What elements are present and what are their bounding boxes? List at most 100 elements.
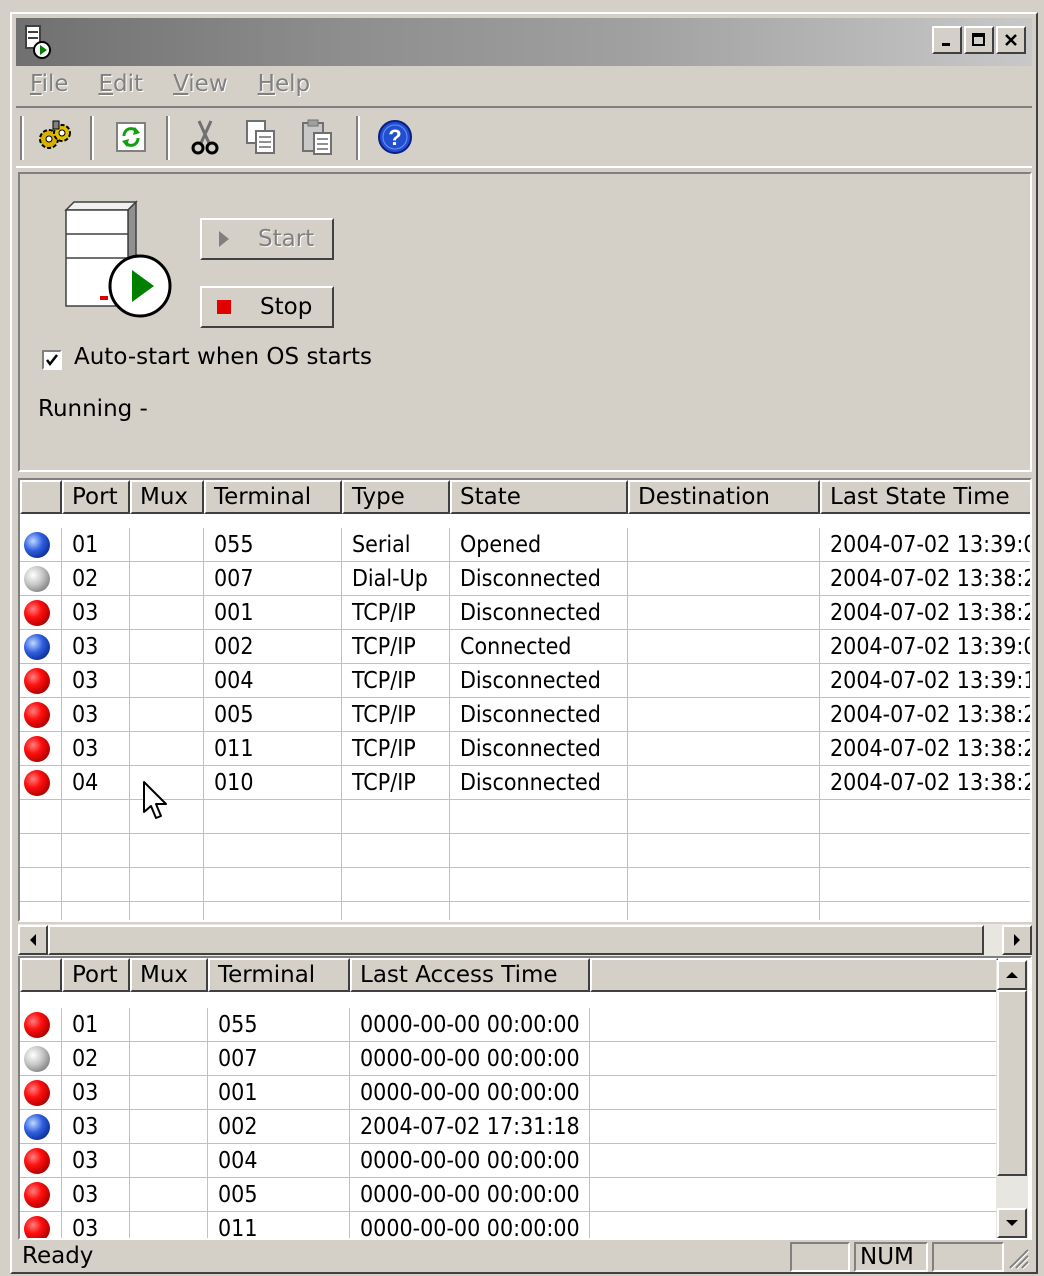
access-cell-mux <box>130 1178 208 1212</box>
ports-cell-state: Disconnected <box>460 736 601 762</box>
num-lock-indicator: NUM <box>860 1244 914 1270</box>
ports-header-terminal[interactable]: Terminal <box>204 480 342 514</box>
ports-row[interactable]: 04 010 TCP/IP Disconnected 2004-07-02 13:38:… <box>20 766 1032 800</box>
status-red-icon <box>24 702 50 728</box>
ports-cell-time: 2004-07-02 13:38:2 <box>830 702 1032 728</box>
access-header-status[interactable] <box>20 958 62 992</box>
ports-cell-destination <box>628 664 820 698</box>
access-vertical-scrollbar[interactable] <box>996 960 1028 1238</box>
resize-grip-icon[interactable] <box>1004 1244 1030 1270</box>
autostart-checkbox[interactable] <box>42 350 62 370</box>
ports-cell-port: 01 <box>72 532 99 558</box>
copy-button[interactable] <box>238 114 284 160</box>
status-red-icon <box>24 1216 50 1238</box>
access-header-terminal[interactable]: Terminal <box>208 958 350 992</box>
ports-header-time[interactable]: Last State Time <box>820 480 1030 514</box>
ports-row[interactable]: 03 001 TCP/IP Disconnected 2004-07-02 13:38:… <box>20 596 1030 630</box>
access-row[interactable]: 03 001 0000-00-00 00:00:00 <box>20 1076 998 1110</box>
refresh-button[interactable] <box>108 114 154 160</box>
ports-cell-port: 03 <box>72 736 99 762</box>
status-pane-caps <box>790 1242 850 1272</box>
access-cell-port: 02 <box>72 1046 99 1072</box>
access-table[interactable]: Port Mux Terminal Last Access Time 01 055 0000… <box>18 956 1032 1240</box>
ports-cell-time: 2004-07-02 13:38:2 <box>830 770 1032 796</box>
menu-help[interactable]: Help <box>244 71 326 97</box>
access-header-status[interactable] <box>590 958 998 992</box>
ports-row[interactable]: 01 055 Serial Opened 2004-07-02 13:39:0 <box>20 528 1032 562</box>
start-button[interactable]: Start <box>200 218 334 260</box>
access-row[interactable]: 02 007 0000-00-00 00:00:00 <box>20 1042 998 1076</box>
status-red-icon <box>24 1080 50 1106</box>
paste-button[interactable] <box>294 114 340 160</box>
minimize-button[interactable] <box>932 26 962 54</box>
scroll-down-button[interactable] <box>997 1208 1027 1238</box>
access-cell-terminal: 055 <box>218 1012 258 1038</box>
ports-row[interactable]: 03 005 TCP/IP Disconnected 2004-07-02 13:38:… <box>20 698 1032 732</box>
maximize-icon <box>972 33 985 46</box>
stop-button-label: Stop <box>260 294 313 320</box>
menu-view[interactable]: View <box>159 71 244 97</box>
ports-row[interactable]: 03 002 TCP/IP Connected 2004-07-02 13:39:0 <box>20 630 1030 664</box>
access-header-mux[interactable]: Mux <box>130 958 208 992</box>
ports-header-state[interactable]: State <box>450 480 628 514</box>
svg-text:?: ? <box>388 125 401 150</box>
maximize-button[interactable] <box>964 26 994 54</box>
ports-row[interactable]: 02 007 Dial-Up Disconnected 2004-07-02 13:38… <box>20 562 1032 596</box>
ports-header-status[interactable] <box>20 480 62 514</box>
ports-row[interactable]: 03 011 TCP/IP Disconnected 2004-07-02 13:38:… <box>20 732 1030 766</box>
access-row[interactable]: 03 004 0000-00-00 00:00:00 <box>20 1144 998 1178</box>
ports-cell-type: TCP/IP <box>352 770 416 796</box>
access-cell-time: 0000-00-00 00:00:00 <box>360 1080 580 1106</box>
ports-header-port[interactable]: Port <box>62 480 130 514</box>
ports-cell-terminal: 002 <box>214 634 254 660</box>
close-button[interactable] <box>996 26 1026 54</box>
ports-cell-time: 2004-07-02 13:39:0 <box>830 532 1032 558</box>
access-row[interactable]: 03 005 0000-00-00 00:00:00 <box>20 1178 998 1212</box>
stop-icon <box>217 300 231 314</box>
ports-cell-time: 2004-07-02 13:38:2 <box>830 566 1032 592</box>
help-button[interactable]: ? <box>372 114 418 160</box>
mouse-cursor-icon <box>143 781 167 819</box>
access-cell-terminal: 001 <box>218 1080 258 1106</box>
ports-cell-terminal: 004 <box>214 668 254 694</box>
autostart-label[interactable]: Auto-start when OS starts <box>74 344 372 370</box>
menu-edit[interactable]: Edit <box>85 71 160 97</box>
grid-line <box>1031 528 1032 920</box>
cut-button[interactable] <box>182 114 228 160</box>
scroll-left-button[interactable] <box>18 925 48 955</box>
access-row[interactable]: 01 055 0000-00-00 00:00:00 <box>20 1008 998 1042</box>
ports-cell-port: 02 <box>72 566 99 592</box>
ports-row[interactable]: 03 004 TCP/IP Disconnected 2004-07-02 13:39:… <box>20 664 1032 698</box>
settings-button[interactable] <box>32 114 78 160</box>
stop-button[interactable]: Stop <box>200 286 334 328</box>
scroll-up-button[interactable] <box>997 960 1027 990</box>
title-bar[interactable] <box>16 18 1032 66</box>
access-cell-mux <box>130 1144 208 1178</box>
ports-cell-destination <box>628 698 820 732</box>
ports-cell-terminal: 001 <box>214 600 254 626</box>
access-row[interactable]: 03 002 2004-07-02 17:31:18 <box>20 1110 998 1144</box>
ports-cell-mux <box>130 630 204 664</box>
ports-cell-state: Opened <box>460 532 542 558</box>
ports-table[interactable]: Port Mux Terminal Type State Destination Last … <box>18 478 1032 922</box>
ports-cell-destination <box>628 630 820 664</box>
ports-header-type[interactable]: Type <box>342 480 450 514</box>
ports-header-mux[interactable]: Mux <box>130 480 204 514</box>
ports-header-destination[interactable]: Destination <box>628 480 820 514</box>
ports-cell-type: TCP/IP <box>352 600 416 626</box>
ports-cell-state: Disconnected <box>460 702 601 728</box>
ports-horizontal-scrollbar[interactable] <box>18 924 1032 956</box>
scroll-thumb[interactable] <box>48 925 984 955</box>
access-row[interactable]: 03 011 0000-00-00 00:00:00 <box>20 1212 998 1238</box>
ports-cell-terminal: 055 <box>214 532 254 558</box>
toolbar-separator <box>356 116 360 160</box>
toolbar-grip <box>20 116 24 160</box>
scroll-right-button[interactable] <box>1002 925 1032 955</box>
status-bar: Ready NUM <box>16 1242 1032 1272</box>
access-header-port[interactable]: Port <box>62 958 130 992</box>
ports-cell-time: 2004-07-02 13:39:1 <box>830 668 1032 694</box>
access-header-time[interactable]: Last Access Time <box>350 958 590 992</box>
scroll-thumb-vertical[interactable] <box>997 990 1027 1176</box>
status-red-icon <box>24 770 50 796</box>
menu-file[interactable]: File <box>16 71 85 97</box>
